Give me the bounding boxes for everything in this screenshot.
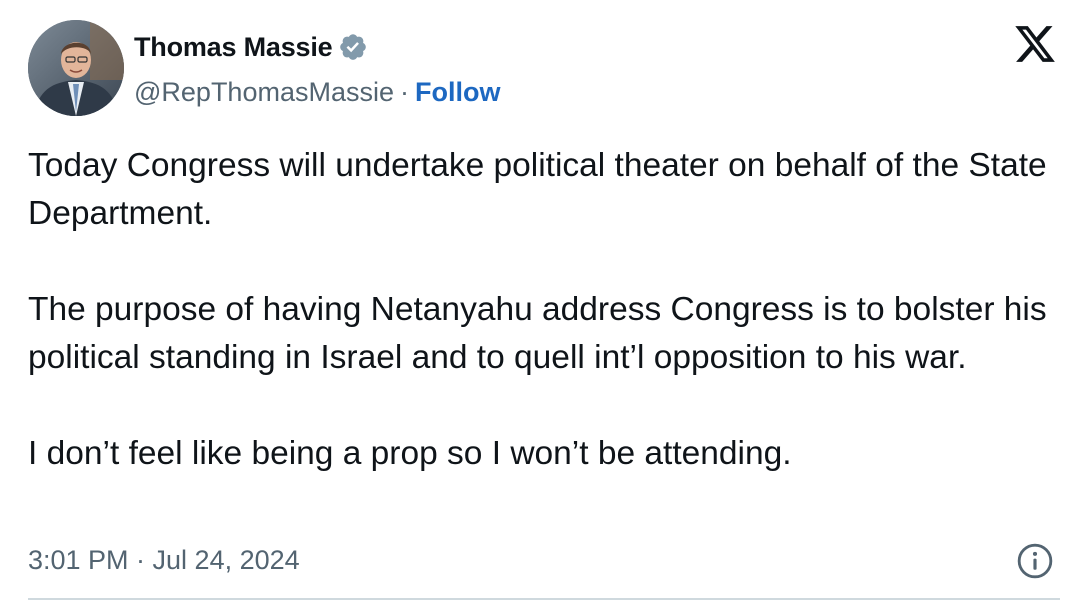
tweet-paragraph: I don’t feel like being a prop so I won’… xyxy=(28,435,792,472)
tweet-paragraph: Today Congress will undertake political … xyxy=(28,147,1047,232)
author-display-name[interactable]: Thomas Massie xyxy=(134,32,333,63)
info-icon[interactable] xyxy=(1016,542,1054,580)
x-logo-icon[interactable] xyxy=(1012,22,1058,66)
tweet-paragraph: The purpose of having Netanyahu address … xyxy=(28,291,1047,376)
avatar[interactable] xyxy=(28,20,124,116)
tweet-body: Today Congress will undertake political … xyxy=(28,142,1072,478)
avatar-photo xyxy=(28,20,124,116)
divider xyxy=(28,598,1060,600)
follow-button[interactable]: Follow xyxy=(415,77,500,108)
verified-badge-icon xyxy=(340,34,367,60)
author-handle-row: @RepThomasMassie · Follow xyxy=(134,74,500,110)
author-handle[interactable]: @RepThomasMassie xyxy=(134,77,394,108)
author-name-row: Thomas Massie xyxy=(134,28,368,66)
handle-separator: · xyxy=(400,76,409,107)
tweet-timestamp[interactable]: 3:01 PM · Jul 24, 2024 xyxy=(28,540,300,580)
